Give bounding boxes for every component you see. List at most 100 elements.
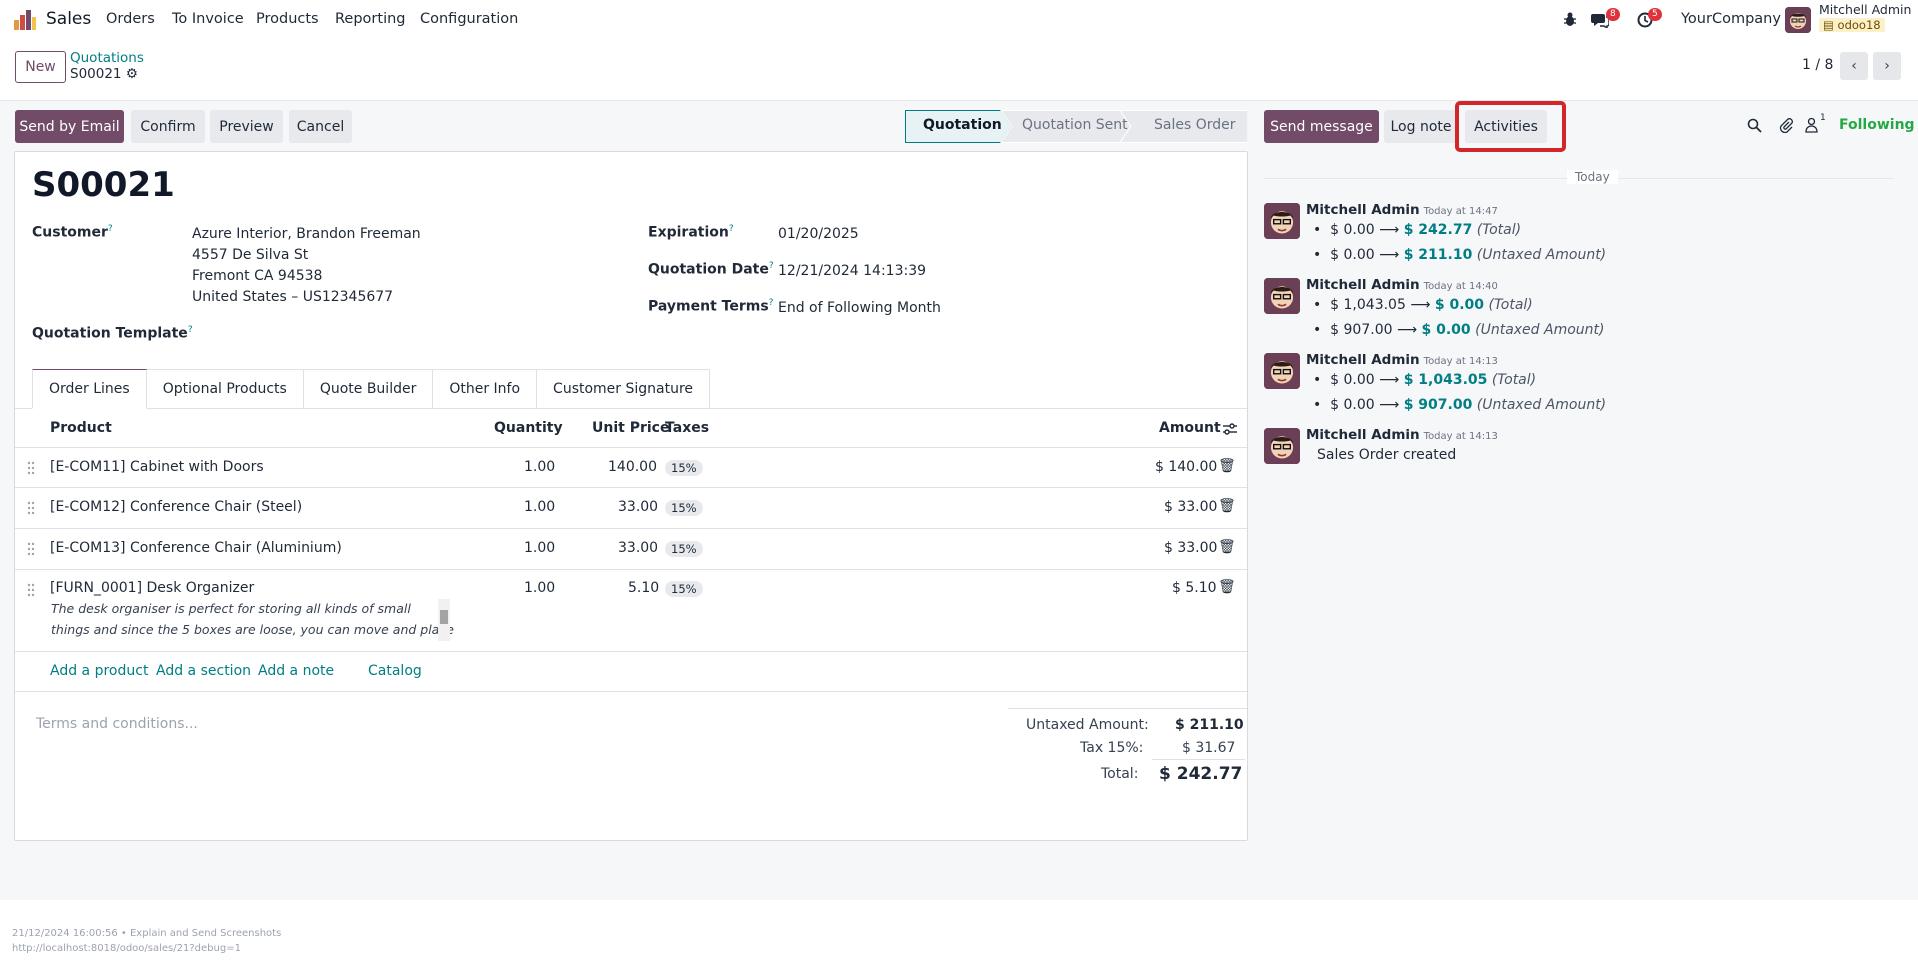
row-quantity[interactable]: 1.00 bbox=[524, 459, 555, 475]
help-icon[interactable]: ? bbox=[729, 224, 734, 234]
menu-orders[interactable]: Orders bbox=[106, 11, 155, 27]
drag-handle-icon[interactable] bbox=[27, 583, 35, 597]
help-icon[interactable]: ? bbox=[769, 261, 774, 271]
row-description-line2[interactable]: things and since the 5 boxes are loose, … bbox=[51, 622, 454, 637]
tab-order-lines[interactable]: Order Lines bbox=[32, 369, 147, 409]
description-scrollbar[interactable] bbox=[438, 599, 450, 641]
log-note-button[interactable]: Log note bbox=[1384, 110, 1458, 143]
trash-icon[interactable]: 🗑 bbox=[1218, 458, 1236, 474]
message-avatar[interactable] bbox=[1264, 353, 1300, 389]
message-author-name[interactable]: Mitchell Admin bbox=[1306, 427, 1420, 443]
row-unit-price[interactable]: 33.00 bbox=[618, 499, 658, 515]
table-row[interactable]: [E-COM11] Cabinet with Doors 1.00 140.00… bbox=[15, 447, 1247, 487]
row-quantity[interactable]: 1.00 bbox=[524, 499, 555, 515]
status-step-sales-order[interactable]: Sales Order bbox=[1154, 117, 1236, 133]
menu-reporting[interactable]: Reporting bbox=[335, 11, 406, 27]
message-author-name[interactable]: Mitchell Admin bbox=[1306, 202, 1420, 218]
message-author-name[interactable]: Mitchell Admin bbox=[1306, 352, 1420, 368]
message-avatar[interactable] bbox=[1264, 203, 1300, 239]
expiration-field[interactable]: 01/20/2025 bbox=[778, 226, 859, 242]
send-message-button[interactable]: Send message bbox=[1264, 110, 1379, 143]
payment-terms-field[interactable]: End of Following Month bbox=[778, 300, 941, 316]
preview-button[interactable]: Preview bbox=[210, 110, 283, 143]
row-quantity[interactable]: 1.00 bbox=[524, 580, 555, 596]
row-product[interactable]: [FURN_0001] Desk Organizer bbox=[50, 580, 254, 596]
col-taxes[interactable]: Taxes bbox=[665, 420, 709, 436]
tab-optional-products[interactable]: Optional Products bbox=[146, 369, 304, 409]
tax-badge[interactable]: 15% bbox=[665, 581, 703, 597]
app-logo-icon[interactable] bbox=[14, 10, 36, 30]
status-step-quotation-sent[interactable]: Quotation Sent bbox=[1022, 117, 1128, 133]
search-icon[interactable] bbox=[1747, 118, 1762, 133]
record-settings-gear-icon[interactable]: ⚙ bbox=[126, 66, 138, 82]
terms-conditions-field[interactable]: Terms and conditions... bbox=[36, 716, 198, 732]
row-product[interactable]: [E-COM12] Conference Chair (Steel) bbox=[50, 499, 302, 515]
pager-next-button[interactable]: › bbox=[1873, 52, 1901, 80]
add-section-link[interactable]: Add a section bbox=[156, 663, 251, 679]
app-name[interactable]: Sales bbox=[46, 9, 91, 29]
new-button[interactable]: New bbox=[15, 51, 66, 83]
pager-previous-button[interactable]: ‹ bbox=[1840, 52, 1868, 80]
debug-bug-icon[interactable] bbox=[1563, 12, 1577, 27]
followers-person-icon[interactable] bbox=[1805, 117, 1818, 133]
catalog-button[interactable]: Catalog bbox=[368, 663, 422, 679]
menu-to-invoice[interactable]: To Invoice bbox=[172, 11, 244, 27]
trash-icon[interactable]: 🗑 bbox=[1218, 579, 1236, 595]
tab-other-info[interactable]: Other Info bbox=[433, 369, 538, 409]
tab-quote-builder[interactable]: Quote Builder bbox=[303, 369, 434, 409]
col-quantity[interactable]: Quantity bbox=[494, 420, 563, 436]
message-author[interactable]: Mitchell Admin Today at 14:40 bbox=[1306, 277, 1498, 293]
col-unit-price[interactable]: Unit Price bbox=[592, 420, 669, 436]
menu-products[interactable]: Products bbox=[256, 11, 319, 27]
tab-customer-signature[interactable]: Customer Signature bbox=[537, 369, 711, 409]
message-avatar[interactable] bbox=[1264, 428, 1300, 464]
customer-name[interactable]: Azure Interior, Brandon Freeman bbox=[192, 226, 421, 242]
row-unit-price[interactable]: 5.10 bbox=[628, 580, 659, 596]
add-note-link[interactable]: Add a note bbox=[258, 663, 334, 679]
drag-handle-icon[interactable] bbox=[27, 501, 35, 515]
tax-badge[interactable]: 15% bbox=[665, 541, 703, 557]
row-unit-price[interactable]: 140.00 bbox=[608, 459, 657, 475]
help-icon[interactable]: ? bbox=[108, 224, 113, 234]
description-scrollbar-thumb[interactable] bbox=[440, 610, 448, 624]
trash-icon[interactable]: 🗑 bbox=[1218, 498, 1236, 514]
quotation-date-field[interactable]: 12/21/2024 14:13:39 bbox=[778, 263, 926, 279]
message-author[interactable]: Mitchell Admin Today at 14:13 bbox=[1306, 427, 1498, 443]
drag-handle-icon[interactable] bbox=[27, 542, 35, 556]
add-product-link[interactable]: Add a product bbox=[50, 663, 148, 679]
confirm-button[interactable]: Confirm bbox=[131, 110, 205, 143]
message-avatar[interactable] bbox=[1264, 278, 1300, 314]
row-quantity[interactable]: 1.00 bbox=[524, 540, 555, 556]
col-amount[interactable]: Amount bbox=[1159, 420, 1221, 436]
col-product[interactable]: Product bbox=[50, 420, 112, 436]
breadcrumb-quotations[interactable]: Quotations bbox=[70, 50, 144, 66]
table-row[interactable]: [E-COM12] Conference Chair (Steel) 1.00 … bbox=[15, 487, 1247, 528]
table-row[interactable]: [FURN_0001] Desk Organizer The desk orga… bbox=[15, 569, 1247, 651]
table-row[interactable]: [E-COM13] Conference Chair (Aluminium) 1… bbox=[15, 528, 1247, 569]
send-by-email-button[interactable]: Send by Email bbox=[15, 110, 124, 143]
help-icon[interactable]: ? bbox=[769, 298, 774, 308]
row-product[interactable]: [E-COM13] Conference Chair (Aluminium) bbox=[50, 540, 342, 556]
menu-configuration[interactable]: Configuration bbox=[420, 11, 518, 27]
help-icon[interactable]: ? bbox=[188, 325, 193, 335]
user-avatar[interactable] bbox=[1785, 7, 1811, 33]
message-author[interactable]: Mitchell Admin Today at 14:47 bbox=[1306, 202, 1498, 218]
cancel-button[interactable]: Cancel bbox=[289, 110, 352, 143]
attachment-paperclip-icon[interactable] bbox=[1779, 117, 1793, 133]
drag-handle-icon[interactable] bbox=[27, 461, 35, 475]
company-switcher[interactable]: YourCompany bbox=[1681, 11, 1781, 27]
row-unit-price[interactable]: 33.00 bbox=[618, 540, 658, 556]
tax-badge[interactable]: 15% bbox=[665, 460, 703, 476]
user-name[interactable]: Mitchell Admin bbox=[1819, 2, 1911, 17]
message-author[interactable]: Mitchell Admin Today at 14:13 bbox=[1306, 352, 1498, 368]
status-step-quotation[interactable]: Quotation bbox=[923, 117, 1002, 133]
following-toggle[interactable]: Following bbox=[1839, 117, 1915, 133]
tax-badge[interactable]: 15% bbox=[665, 500, 703, 516]
row-description-line1[interactable]: The desk organiser is perfect for storin… bbox=[51, 601, 411, 616]
trash-icon[interactable]: 🗑 bbox=[1218, 539, 1236, 555]
row-product[interactable]: [E-COM11] Cabinet with Doors bbox=[50, 459, 264, 475]
column-settings-icon[interactable] bbox=[1222, 422, 1238, 436]
pager-value[interactable]: 1 / 8 bbox=[1802, 57, 1833, 73]
followers-count[interactable]: 1 bbox=[1820, 113, 1826, 123]
message-author-name[interactable]: Mitchell Admin bbox=[1306, 277, 1420, 293]
